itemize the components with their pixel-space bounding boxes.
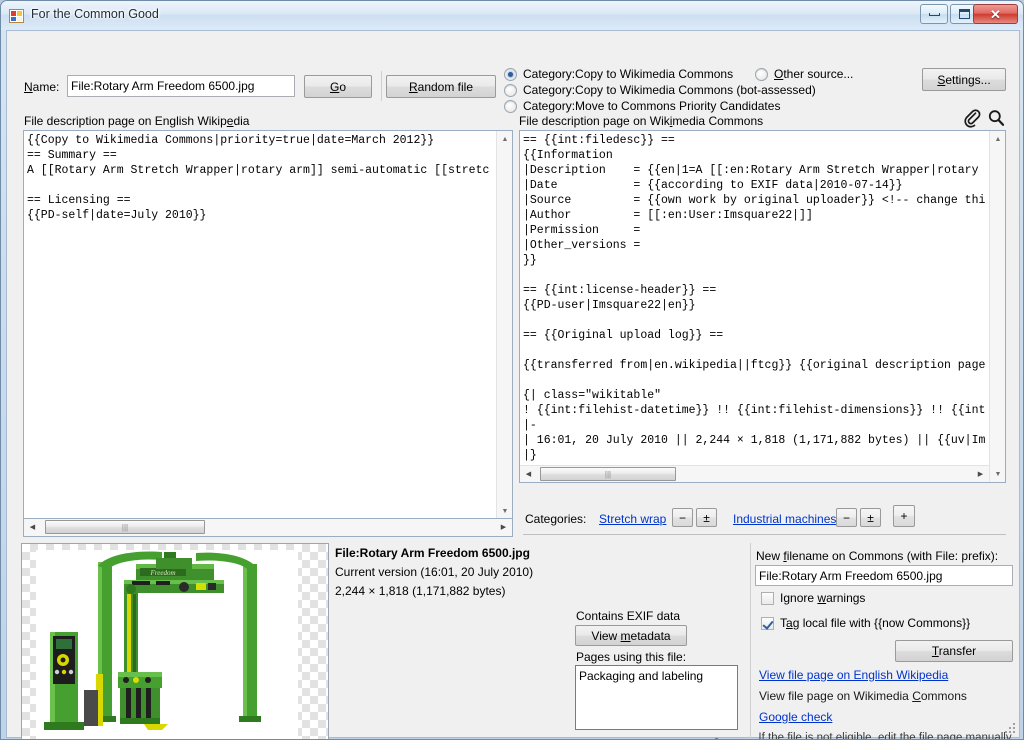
toolbar-separator (381, 71, 382, 101)
usage-label: Pages using this file: (576, 650, 687, 664)
random-file-button[interactable]: Random file (386, 75, 496, 98)
new-filename-label: New filename on Commons (with File: pref… (756, 549, 999, 563)
link-view-wikimedia-commons[interactable]: View file page on Wikimedia Commons (759, 689, 967, 703)
minimize-button[interactable] (920, 4, 948, 24)
preview-filename: File:Rotary Arm Freedom 6500.jpg (335, 546, 530, 560)
list-item[interactable]: Packaging and labeling (579, 669, 703, 683)
preview-version: Current version (16:01, 20 July 2010) (335, 565, 534, 579)
left-hscroll-container: ◀ ▶ ||| (23, 518, 513, 537)
ignore-warnings-label: Ignore warnings (780, 591, 866, 605)
title-bar: For the Common Good ✕ (1, 1, 1023, 30)
category-link-stretch-wrap[interactable]: Stretch wrap (599, 512, 666, 526)
filename-input[interactable]: File:Rotary Arm Freedom 6500.jpg (67, 75, 295, 97)
category-add-button[interactable]: + (893, 505, 915, 527)
scroll-left-icon[interactable]: ◀ (24, 519, 41, 535)
paperclip-icon[interactable] (963, 108, 981, 128)
usage-list[interactable]: Packaging and labeling (575, 665, 738, 730)
radio-label: Category:Copy to Wikimedia Commons (bot-… (523, 83, 816, 97)
transfer-panel-separator (750, 543, 751, 739)
left-horizontal-scrollbar[interactable]: ◀ ▶ ||| (24, 519, 512, 536)
close-button[interactable]: ✕ (973, 4, 1018, 24)
radio-indicator (755, 67, 768, 81)
go-button[interactable]: Go (304, 75, 372, 98)
category-link-industrial-machines[interactable]: Industrial machines (733, 512, 836, 526)
filename-input-value: File:Rotary Arm Freedom 6500.jpg (71, 79, 255, 93)
window-title: For the Common Good (31, 7, 159, 21)
resize-grip[interactable] (1003, 721, 1017, 735)
radio-label: Category:Move to Commons Priority Candid… (523, 99, 781, 113)
link-google-check[interactable]: Google check (759, 710, 832, 724)
ignore-warnings-checkbox[interactable]: Ignore warnings (761, 591, 865, 605)
other-source-rest: ther source... (783, 67, 854, 81)
svg-text:Freedom: Freedom (149, 569, 175, 577)
new-filename-value: File:Rotary Arm Freedom 6500.jpg (759, 568, 943, 583)
checkbox-indicator (761, 616, 774, 630)
left-panel-header: File description page on English Wikiped… (24, 114, 250, 128)
category-remove-button-0[interactable]: − (672, 508, 693, 527)
exif-label: Contains EXIF data (576, 609, 681, 623)
scroll-up-icon[interactable]: ▲ (990, 131, 1005, 147)
grip-icon: ||| (121, 522, 129, 532)
client-area: Name: File:Rotary Arm Freedom 6500.jpg G… (6, 30, 1020, 740)
minimize-icon (921, 5, 947, 23)
scroll-down-icon[interactable]: ▼ (497, 503, 512, 519)
right-hscroll-thumb[interactable]: ||| (540, 467, 676, 481)
new-filename-input[interactable]: File:Rotary Arm Freedom 6500.jpg (755, 565, 1013, 586)
english-wikitext-content: {{Copy to Wikimedia Commons|priority=tru… (27, 134, 490, 222)
transfer-hint: If the file is not eligible, edit the fi… (758, 732, 1012, 740)
right-panel-header: File description page on Wikimedia Commo… (519, 114, 764, 128)
name-label: Name: (24, 80, 60, 94)
right-vertical-scrollbar[interactable]: ▲ ▼ (989, 131, 1005, 482)
english-wikipedia-wikitext-editor[interactable]: {{Copy to Wikimedia Commons|priority=tru… (23, 130, 513, 520)
tag-local-file-label: Tag local file with {{now Commons}} (780, 616, 971, 630)
left-vertical-scrollbar[interactable]: ▲ ▼ (496, 131, 512, 519)
file-preview: Freedom (21, 543, 329, 739)
category-toggle-button-0[interactable]: ± (696, 508, 717, 527)
application-window: For the Common Good ✕ Name: File:Rotary … (0, 0, 1024, 740)
preview-dimensions: 2,244 × 1,818 (1,171,882 bytes) (335, 584, 506, 598)
scroll-down-icon[interactable]: ▼ (990, 466, 1005, 482)
app-form-icon (9, 8, 25, 24)
radio-indicator (504, 99, 517, 113)
view-metadata-button[interactable]: View metadata (575, 625, 687, 646)
left-hscroll-thumb[interactable]: ||| (45, 520, 205, 534)
categories-label: Categories: (525, 512, 587, 526)
preview-image-canvas: Freedom (36, 550, 298, 739)
radio-indicator (504, 67, 517, 81)
radio-label: Other source... (774, 67, 854, 81)
radio-label: Category:Copy to Wikimedia Commons (523, 67, 734, 81)
magnifier-icon[interactable] (987, 108, 1005, 128)
settings-button[interactable]: Settings... (922, 68, 1006, 91)
radio-copy-to-commons-bot[interactable]: Category:Copy to Wikimedia Commons (bot-… (504, 83, 816, 97)
link-view-english-wikipedia[interactable]: View file page on English Wikipedia (759, 668, 948, 682)
radio-indicator (504, 83, 517, 97)
checkbox-indicator (761, 591, 774, 605)
transfer-button[interactable]: Transfer (895, 640, 1013, 662)
stretch-wrapper-illustration: Freedom (44, 551, 261, 730)
scroll-up-icon[interactable]: ▲ (497, 131, 512, 147)
scroll-left-icon[interactable]: ◀ (520, 466, 537, 482)
categories-divider (523, 534, 1006, 535)
radio-copy-to-commons[interactable]: Category:Copy to Wikimedia Commons (504, 67, 733, 81)
tag-local-file-checkbox[interactable]: Tag local file with {{now Commons}} (761, 616, 970, 630)
grip-icon: ||| (604, 469, 612, 479)
right-horizontal-scrollbar[interactable]: ◀ ▶ ||| (520, 465, 989, 482)
radio-other-source[interactable]: Other source... (755, 67, 853, 81)
commons-wikitext-content: == {{int:filedesc}} == {{Information |De… (523, 134, 986, 462)
category-toggle-button-1[interactable]: ± (860, 508, 881, 527)
category-remove-button-1[interactable]: − (836, 508, 857, 527)
name-label-rest: ame: (32, 80, 60, 94)
radio-move-to-commons-priority[interactable]: Category:Move to Commons Priority Candid… (504, 99, 780, 113)
scroll-right-icon[interactable]: ▶ (495, 519, 512, 535)
close-icon: ✕ (990, 6, 1001, 22)
scroll-right-icon[interactable]: ▶ (972, 466, 989, 482)
commons-wikitext-editor[interactable]: == {{int:filedesc}} == {{Information |De… (519, 130, 1006, 483)
